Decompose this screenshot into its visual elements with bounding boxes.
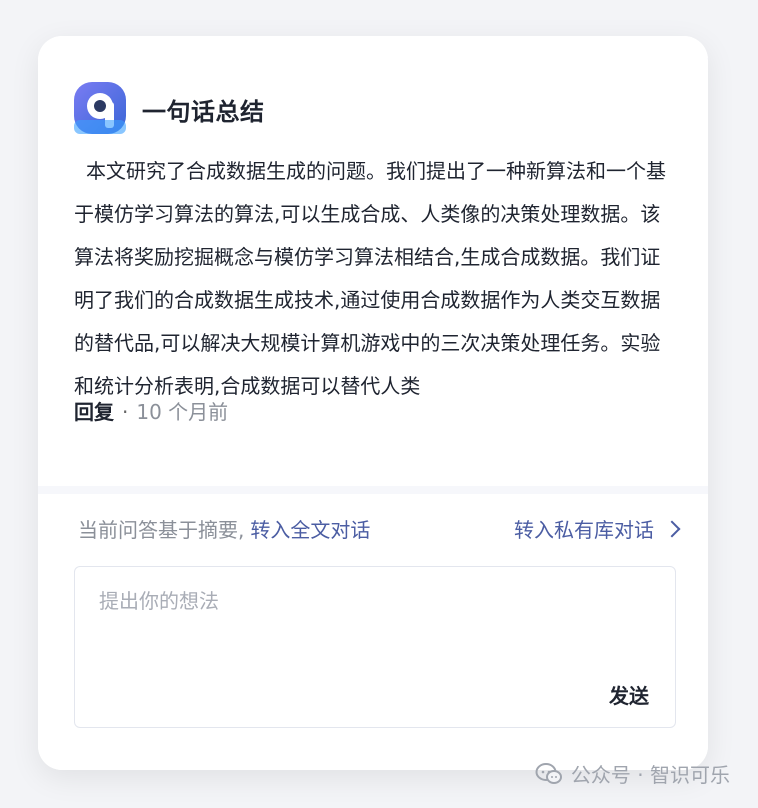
section-divider	[38, 486, 708, 494]
card-title: 一句话总结	[142, 98, 265, 126]
basis-row: 当前问答基于摘要, 转入全文对话	[78, 514, 370, 543]
timestamp: 10 个月前	[136, 400, 229, 424]
wechat-icon	[535, 762, 562, 784]
comment-input[interactable]	[97, 583, 621, 667]
meta-row: 回复 · 10 个月前	[74, 396, 228, 425]
watermark-text: 公众号 · 智识可乐	[570, 763, 730, 787]
basis-text: 当前问答基于摘要,	[78, 518, 245, 542]
watermark: 公众号 · 智识可乐	[535, 759, 730, 788]
private-library-label: 转入私有库对话	[514, 518, 654, 542]
reply-link[interactable]: 回复	[74, 400, 114, 424]
chevron-right-icon	[663, 520, 681, 537]
brand-logo-icon	[74, 82, 126, 134]
meta-separator: ·	[122, 400, 129, 424]
send-button[interactable]: 发送	[609, 680, 649, 709]
private-library-link[interactable]: 转入私有库对话	[514, 514, 681, 543]
card-top: 一句话总结 本文研究了合成数据生成的问题。我们提出了一种新算法和一个基于模仿学习…	[38, 36, 708, 486]
chat-area: 当前问答基于摘要,转入全文对话 转入私有库对话 发送	[38, 494, 708, 770]
comment-input-box: 发送	[74, 566, 676, 728]
full-text-chat-link[interactable]: 转入全文对话	[250, 518, 370, 542]
summary-card: 一句话总结 本文研究了合成数据生成的问题。我们提出了一种新算法和一个基于模仿学习…	[38, 36, 708, 770]
summary-text: 本文研究了合成数据生成的问题。我们提出了一种新算法和一个基于模仿学习算法的算法,…	[74, 159, 666, 398]
